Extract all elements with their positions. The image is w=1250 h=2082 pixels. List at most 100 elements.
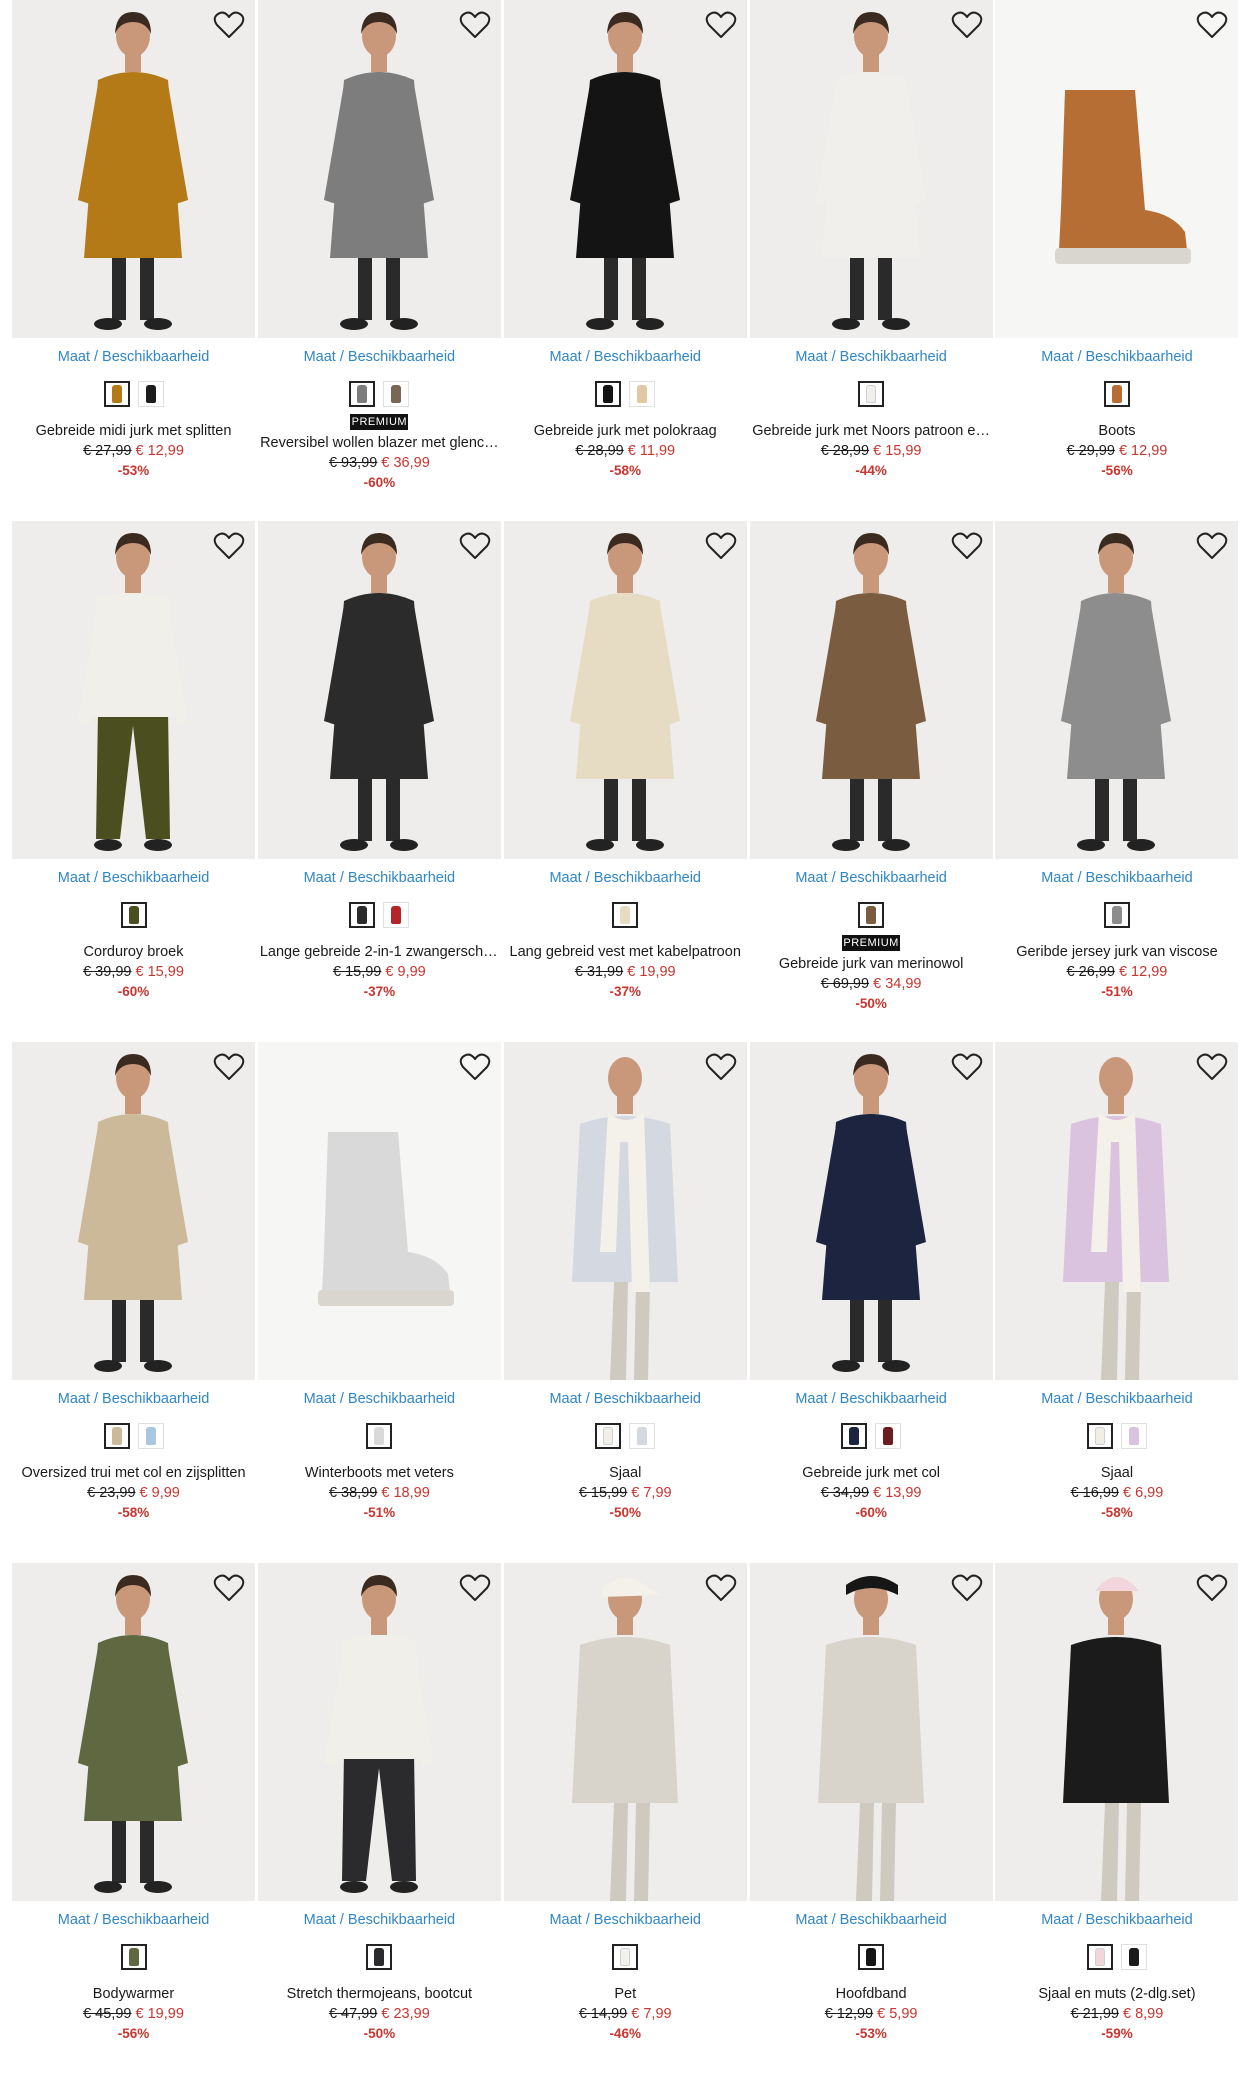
product-card[interactable]: Maat / Beschikbaarheid Sjaal € 15,99 € 7,9… [503, 1042, 747, 1542]
product-card[interactable]: Maat / Beschikbaarheid Lange gebreide 2-i… [257, 521, 501, 1021]
color-swatch[interactable] [629, 1423, 656, 1450]
product-name[interactable]: Geribde jersey jurk van viscose [995, 943, 1238, 962]
color-swatch[interactable] [595, 1423, 622, 1450]
product-image[interactable] [995, 0, 1239, 338]
product-image[interactable] [749, 1042, 993, 1381]
wishlist-heart-icon[interactable] [951, 531, 983, 561]
color-swatch[interactable] [1103, 381, 1130, 407]
color-swatch[interactable] [595, 381, 622, 407]
product-name[interactable]: Winterboots met veters [258, 1464, 501, 1483]
color-swatch[interactable] [841, 1423, 868, 1450]
product-card[interactable]: Maat / Beschikbaarheid Hoofdband € 12,99 €… [749, 1563, 993, 2063]
wishlist-heart-icon[interactable] [459, 1052, 491, 1082]
product-image[interactable] [257, 0, 501, 338]
wishlist-heart-icon[interactable] [1196, 1052, 1228, 1082]
product-image[interactable] [503, 1042, 747, 1381]
product-image[interactable] [12, 1563, 255, 1902]
color-swatch[interactable] [1103, 902, 1130, 929]
product-image[interactable] [503, 0, 747, 338]
product-image[interactable] [12, 0, 255, 338]
color-swatch[interactable] [103, 381, 130, 407]
product-image[interactable] [995, 1563, 1239, 1902]
size-availability-link[interactable]: Maat / Beschikbaarheid [750, 349, 993, 365]
product-card[interactable]: Maat / Beschikbaarheid Gebreide midi jurk… [12, 0, 255, 500]
color-swatch[interactable] [103, 1423, 130, 1450]
product-card[interactable]: Maat / Beschikbaarheid Winterboots met ve… [257, 1042, 501, 1542]
product-card[interactable]: Maat / Beschikbaarheid Bodywarmer € 45,99 … [12, 1563, 255, 2063]
color-swatch[interactable] [858, 1944, 885, 1971]
product-name[interactable]: Sjaal [504, 1464, 747, 1483]
product-name[interactable]: Gebreide jurk met Noors patroon e… [750, 422, 993, 441]
wishlist-heart-icon[interactable] [213, 1573, 245, 1603]
product-name[interactable]: Hoofdband [750, 1985, 993, 2004]
size-availability-link[interactable]: Maat / Beschikbaarheid [504, 1391, 747, 1407]
product-card[interactable]: Maat / Beschikbaarheid Boots € 29,99 € 12,… [995, 0, 1239, 500]
product-name[interactable]: Pet [504, 1985, 747, 2004]
product-card[interactable]: Maat / Beschikbaarheid Corduroy broek € 39… [12, 521, 255, 1021]
size-availability-link[interactable]: Maat / Beschikbaarheid [995, 1912, 1238, 1928]
color-swatch[interactable] [858, 902, 885, 929]
product-image[interactable] [749, 0, 993, 338]
color-swatch[interactable] [612, 902, 639, 929]
product-name[interactable]: Gebreide midi jurk met splitten [12, 422, 255, 441]
size-availability-link[interactable]: Maat / Beschikbaarheid [258, 349, 501, 365]
wishlist-heart-icon[interactable] [951, 1573, 983, 1603]
color-swatch[interactable] [1086, 1423, 1113, 1450]
wishlist-heart-icon[interactable] [459, 531, 491, 561]
wishlist-heart-icon[interactable] [705, 1573, 737, 1603]
product-image[interactable] [503, 1563, 747, 1902]
product-card[interactable]: Maat / Beschikbaarheid Gebreide jurk met … [749, 1042, 993, 1542]
color-swatch[interactable] [1120, 1944, 1147, 1971]
color-swatch[interactable] [383, 381, 410, 407]
size-availability-link[interactable]: Maat / Beschikbaarheid [12, 1391, 255, 1407]
wishlist-heart-icon[interactable] [951, 10, 983, 40]
size-availability-link[interactable]: Maat / Beschikbaarheid [995, 870, 1238, 886]
product-name[interactable]: Gebreide jurk met col [750, 1464, 993, 1483]
color-swatch[interactable] [383, 902, 410, 929]
size-availability-link[interactable]: Maat / Beschikbaarheid [12, 1912, 255, 1928]
color-swatch[interactable] [366, 1944, 393, 1971]
wishlist-heart-icon[interactable] [951, 1052, 983, 1082]
product-name[interactable]: Reversibel wollen blazer met glenc… [258, 434, 501, 453]
product-image[interactable] [995, 1042, 1239, 1381]
product-name[interactable]: Boots [995, 422, 1238, 441]
size-availability-link[interactable]: Maat / Beschikbaarheid [12, 349, 255, 365]
product-name[interactable]: Gebreide jurk met polokraag [504, 422, 747, 441]
wishlist-heart-icon[interactable] [1196, 10, 1228, 40]
product-card[interactable]: Maat / Beschikbaarheid Gebreide jurk met … [503, 0, 747, 500]
wishlist-heart-icon[interactable] [705, 531, 737, 561]
product-name[interactable]: Lang gebreid vest met kabelpatroon [504, 943, 747, 962]
color-swatch[interactable] [120, 1944, 147, 1971]
color-swatch[interactable] [1086, 1944, 1113, 1971]
product-name[interactable]: Sjaal [995, 1464, 1238, 1483]
wishlist-heart-icon[interactable] [213, 1052, 245, 1082]
product-card[interactable]: Maat / Beschikbaarheid Sjaal € 16,99 € 6,9… [995, 1042, 1239, 1542]
product-image[interactable] [257, 1563, 501, 1902]
product-image[interactable] [503, 521, 747, 860]
wishlist-heart-icon[interactable] [213, 531, 245, 561]
color-swatch[interactable] [629, 381, 656, 407]
product-image[interactable] [12, 521, 255, 860]
size-availability-link[interactable]: Maat / Beschikbaarheid [750, 870, 993, 886]
wishlist-heart-icon[interactable] [1196, 531, 1228, 561]
color-swatch[interactable] [137, 1423, 164, 1450]
product-card[interactable]: Maat / Beschikbaarheid Gebreide jurk met … [749, 0, 993, 500]
color-swatch[interactable] [366, 1423, 393, 1450]
product-name[interactable]: Stretch thermojeans, bootcut [258, 1985, 501, 2004]
product-name[interactable]: Lange gebreide 2-in-1 zwangerscha… [258, 943, 501, 962]
product-image[interactable] [12, 1042, 255, 1381]
size-availability-link[interactable]: Maat / Beschikbaarheid [258, 870, 501, 886]
wishlist-heart-icon[interactable] [705, 1052, 737, 1082]
product-card[interactable]: Maat / Beschikbaarheid Lang gebreid vest … [503, 521, 747, 1021]
size-availability-link[interactable]: Maat / Beschikbaarheid [504, 870, 747, 886]
product-name[interactable]: Bodywarmer [12, 1985, 255, 2004]
product-card[interactable]: Maat / Beschikbaarheid Sjaal en muts (2-d… [995, 1563, 1239, 2063]
wishlist-heart-icon[interactable] [1196, 1573, 1228, 1603]
size-availability-link[interactable]: Maat / Beschikbaarheid [995, 1391, 1238, 1407]
product-card[interactable]: Maat / Beschikbaarheid PREMIUM Reversibel … [257, 0, 501, 500]
color-swatch[interactable] [137, 381, 164, 407]
product-name[interactable]: Sjaal en muts (2-dlg.set) [995, 1985, 1238, 2004]
size-availability-link[interactable]: Maat / Beschikbaarheid [504, 349, 747, 365]
size-availability-link[interactable]: Maat / Beschikbaarheid [12, 870, 255, 886]
color-swatch[interactable] [612, 1944, 639, 1971]
